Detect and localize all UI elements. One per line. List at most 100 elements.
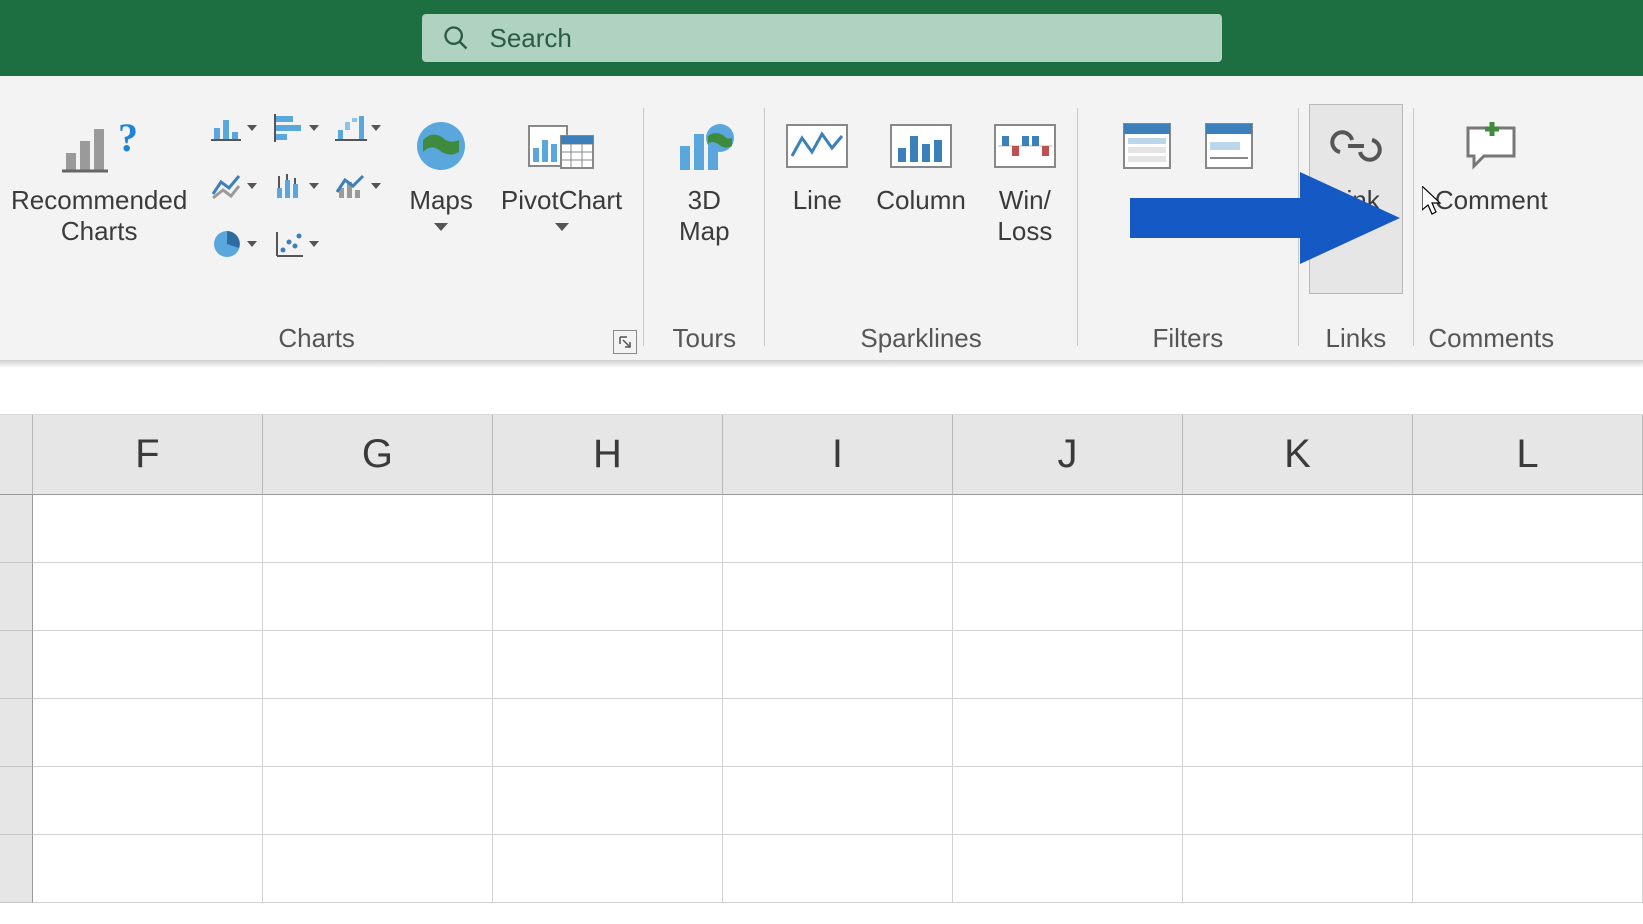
cell[interactable] <box>1413 563 1643 631</box>
chart-column-button[interactable] <box>208 104 260 152</box>
cell[interactable] <box>263 631 493 699</box>
row-header[interactable] <box>0 767 33 835</box>
cell[interactable] <box>953 495 1183 563</box>
timeline-button[interactable] <box>1191 104 1267 294</box>
search-input[interactable] <box>490 23 1202 54</box>
sparkline-line-button[interactable]: Line <box>775 104 859 294</box>
comment-button[interactable]: Comment <box>1424 104 1559 294</box>
recommended-charts-button[interactable]: ? Recommended Charts <box>0 104 198 294</box>
chart-line-button[interactable] <box>208 162 260 210</box>
chart-scatter-button[interactable] <box>270 220 322 268</box>
chevron-down-icon <box>371 123 381 133</box>
grid-row <box>0 835 1643 903</box>
charts-dialog-launcher[interactable] <box>613 330 637 354</box>
pivotchart-button[interactable]: PivotChart <box>490 104 633 294</box>
maps-button[interactable]: Maps <box>398 104 484 294</box>
cell[interactable] <box>723 699 953 767</box>
row-header[interactable] <box>0 631 33 699</box>
cell[interactable] <box>493 495 723 563</box>
cell[interactable] <box>953 631 1183 699</box>
comment-label: Comment <box>1435 185 1548 216</box>
cell[interactable] <box>493 563 723 631</box>
search-icon <box>442 24 470 52</box>
cell[interactable] <box>1413 699 1643 767</box>
sparkline-column-button[interactable]: Column <box>865 104 977 294</box>
recommended-charts-label: Recommended Charts <box>11 185 187 247</box>
cell[interactable] <box>263 767 493 835</box>
column-header[interactable]: L <box>1413 415 1643 495</box>
cell[interactable] <box>493 835 723 903</box>
cell[interactable] <box>493 699 723 767</box>
cell[interactable] <box>723 631 953 699</box>
link-button[interactable]: Link <box>1309 104 1403 294</box>
chart-bar-button[interactable] <box>270 104 322 152</box>
row-header[interactable] <box>0 699 33 767</box>
cell[interactable] <box>1183 767 1413 835</box>
cell[interactable] <box>953 835 1183 903</box>
cell[interactable] <box>33 563 263 631</box>
cell[interactable] <box>493 631 723 699</box>
search-box[interactable] <box>422 14 1222 62</box>
spreadsheet-grid[interactable]: FGHIJKL <box>0 415 1643 903</box>
chart-statistic-button[interactable] <box>270 162 322 210</box>
row-header[interactable] <box>0 835 33 903</box>
cell[interactable] <box>493 767 723 835</box>
chart-waterfall-button[interactable] <box>332 104 384 152</box>
slicer-button[interactable] <box>1109 104 1185 294</box>
cell[interactable] <box>263 495 493 563</box>
cell[interactable] <box>1183 699 1413 767</box>
column-header[interactable]: I <box>723 415 953 495</box>
maps-label: Maps <box>409 185 473 216</box>
select-all-corner[interactable] <box>0 415 33 495</box>
cell[interactable] <box>953 767 1183 835</box>
cell[interactable] <box>1183 563 1413 631</box>
recommended-chart-icon: ? <box>62 111 136 181</box>
group-charts: ? Recommended Charts <box>0 98 643 360</box>
chart-combo-button[interactable] <box>332 162 384 210</box>
cell[interactable] <box>953 699 1183 767</box>
cell[interactable] <box>953 563 1183 631</box>
sparkline-winloss-icon <box>994 111 1056 181</box>
cell[interactable] <box>1413 495 1643 563</box>
cell[interactable] <box>1413 631 1643 699</box>
column-header[interactable]: G <box>263 415 493 495</box>
cell[interactable] <box>33 835 263 903</box>
tours-group-label: Tours <box>672 315 736 360</box>
cell[interactable] <box>1183 835 1413 903</box>
cell[interactable] <box>33 631 263 699</box>
cell[interactable] <box>263 835 493 903</box>
cell[interactable] <box>33 699 263 767</box>
cell[interactable] <box>723 563 953 631</box>
cell[interactable] <box>1413 835 1643 903</box>
column-header[interactable]: J <box>953 415 1183 495</box>
chart-pie-button[interactable] <box>208 220 260 268</box>
title-bar <box>0 0 1643 76</box>
row-header[interactable] <box>0 495 33 563</box>
cell[interactable] <box>1413 767 1643 835</box>
group-tours: 3D Map Tours <box>644 98 764 360</box>
slicer-icon <box>1120 111 1174 181</box>
chevron-down-icon <box>247 181 257 191</box>
grid-row <box>0 631 1643 699</box>
filters-group-label: Filters <box>1152 315 1223 360</box>
sparkline-winloss-button[interactable]: Win/ Loss <box>983 104 1067 294</box>
chevron-down-icon <box>247 239 257 249</box>
cell[interactable] <box>263 699 493 767</box>
row-header[interactable] <box>0 563 33 631</box>
cell[interactable] <box>723 767 953 835</box>
column-header[interactable]: H <box>493 415 723 495</box>
cell[interactable] <box>723 835 953 903</box>
cell[interactable] <box>723 495 953 563</box>
grid-row <box>0 699 1643 767</box>
cell[interactable] <box>33 767 263 835</box>
column-header[interactable]: K <box>1183 415 1413 495</box>
column-header[interactable]: F <box>33 415 263 495</box>
cell[interactable] <box>33 495 263 563</box>
cell[interactable] <box>1183 495 1413 563</box>
chevron-down-icon <box>309 181 319 191</box>
cell[interactable] <box>1183 631 1413 699</box>
pivotchart-label: PivotChart <box>501 185 622 216</box>
sparkline-column-label: Column <box>876 185 966 216</box>
map3d-button[interactable]: 3D Map <box>654 104 754 294</box>
cell[interactable] <box>263 563 493 631</box>
